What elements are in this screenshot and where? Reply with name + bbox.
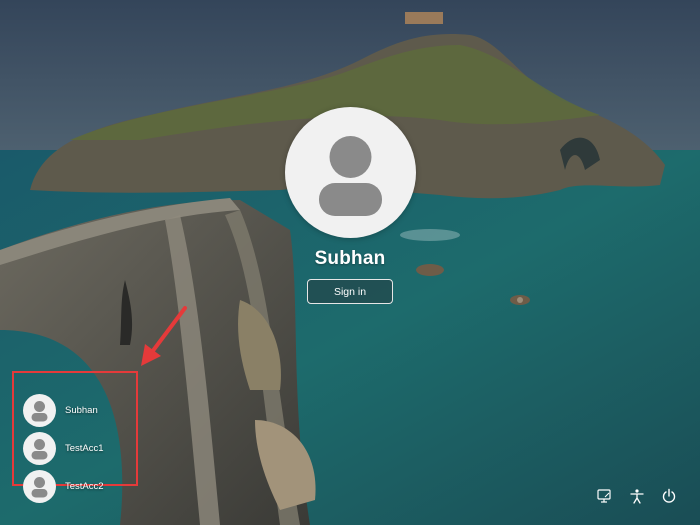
user-list-item-testacc2[interactable]: TestAcc2: [23, 467, 138, 505]
user-avatar-small: [23, 431, 56, 465]
accessibility-icon: [630, 489, 644, 504]
network-icon: [597, 489, 611, 503]
user-icon: [31, 438, 48, 459]
user-list: Subhan TestAcc1 TestAcc2: [23, 391, 138, 505]
user-avatar-small: [23, 393, 56, 427]
main-username: Subhan: [314, 248, 386, 269]
user-list-item-subhan[interactable]: Subhan: [23, 391, 138, 429]
user-icon: [319, 136, 382, 216]
user-list-item-label: TestAcc1: [65, 442, 104, 454]
network-button[interactable]: [592, 484, 616, 508]
user-list-item-label: Subhan: [65, 404, 98, 416]
sign-in-button[interactable]: Sign in: [307, 279, 393, 304]
user-list-item-testacc1[interactable]: TestAcc1: [23, 429, 138, 467]
annotation-arrow: [141, 306, 187, 366]
power-button[interactable]: [657, 484, 681, 508]
user-icon: [31, 476, 48, 497]
user-avatar-small: [23, 469, 56, 503]
accessibility-button[interactable]: [625, 484, 649, 508]
user-avatar-large: [285, 107, 416, 238]
power-icon: [662, 488, 676, 503]
user-list-item-label: TestAcc2: [65, 480, 104, 492]
user-icon: [31, 400, 48, 421]
